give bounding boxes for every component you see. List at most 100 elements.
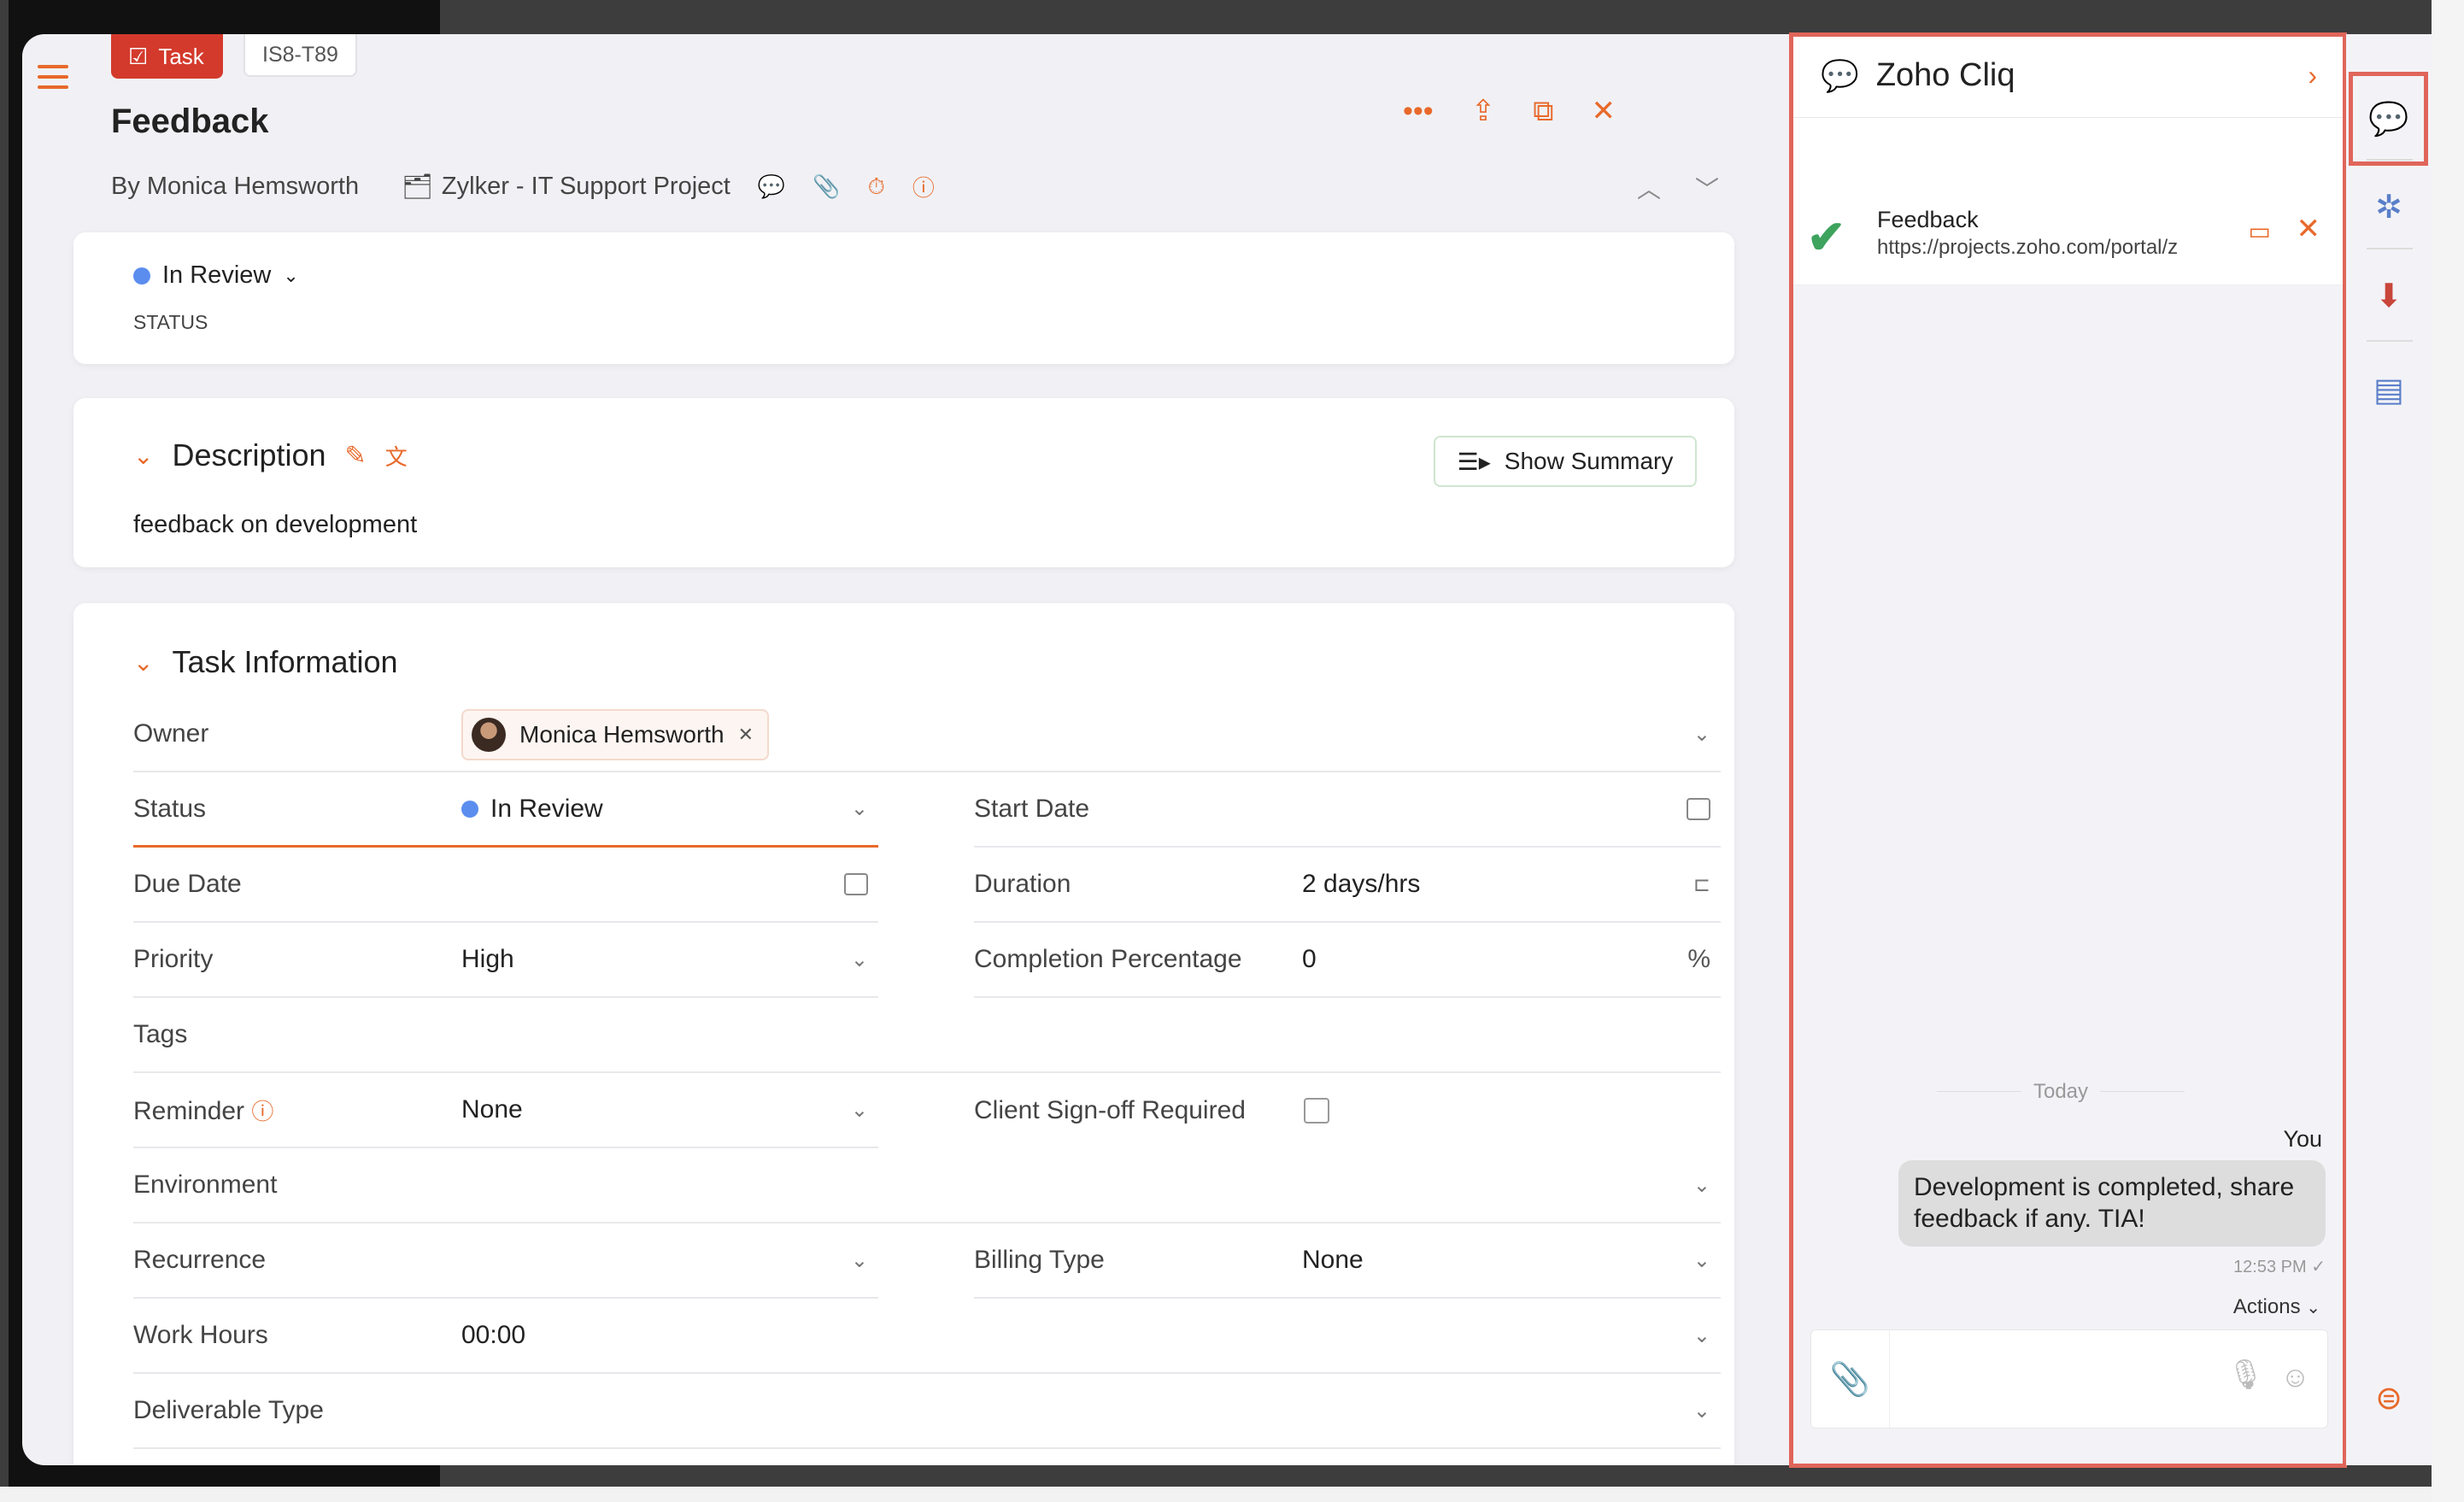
signoff-checkbox[interactable] (1304, 1098, 1329, 1124)
reminder-value: None (461, 1095, 523, 1124)
context-title: Feedback (1877, 207, 1979, 232)
due-date-row[interactable]: Due Date (133, 848, 878, 923)
task-information-card: ⌄ Task Information Owner Monica Hemswort… (73, 603, 1734, 1465)
task-type-tag: ☑ Task (111, 34, 223, 79)
environment-row[interactable]: Environment ⌄ (133, 1148, 1721, 1223)
chat-message[interactable]: Development is completed, share feedback… (1898, 1160, 2326, 1247)
emoji-icon[interactable]: ☺ (2280, 1361, 2310, 1394)
chevron-down-icon[interactable]: ⌄ (133, 648, 153, 677)
chat-context-card[interactable]: ✔ Feedback https://projects.zoho.com/por… (1792, 118, 2346, 285)
message-actions[interactable]: Actions ⌄ (2233, 1295, 2320, 1319)
info-icon[interactable]: ⓘ (251, 1099, 273, 1124)
task-meta: By Monica Hemsworth 🗂 Zylker - IT Suppor… (111, 171, 935, 202)
zoho-projects-logo-icon: ✔ (1807, 212, 1846, 263)
owner-chip[interactable]: Monica Hemsworth ✕ (461, 709, 770, 760)
work-hours-label: Work Hours (133, 1321, 268, 1349)
status-dot (461, 800, 478, 818)
task-title[interactable]: Feedback (111, 103, 269, 141)
duration-input[interactable]: 2 days/hrs (1302, 870, 1420, 899)
message-composer[interactable]: 📎 🎙 ☺ (1810, 1329, 2328, 1429)
rail-collapse-icon[interactable]: ⊜ (2346, 1355, 2432, 1440)
billing-label: Billing Type (974, 1246, 1105, 1274)
deliverable-dropdown-icon[interactable]: ⌄ (1693, 1399, 1710, 1423)
start-date-row[interactable]: Start Date (974, 772, 1721, 848)
message-timestamp: 12:53 PM ✓ (2233, 1258, 2326, 1276)
summary-icon: ☰▸ (1457, 448, 1491, 475)
rail-chat-icon[interactable]: 💬 (2346, 77, 2432, 162)
status-field-value: In Review (461, 795, 603, 824)
completion-row[interactable]: Completion Percentage 0 % (974, 923, 1721, 998)
owner-dropdown-icon[interactable]: ⌄ (1693, 722, 1710, 747)
attach-file-icon[interactable]: 📎 (1811, 1330, 1890, 1429)
calendar-icon[interactable] (1687, 798, 1710, 820)
recurrence-label: Recurrence (133, 1246, 267, 1274)
reminder-dropdown-icon[interactable]: ⌄ (851, 1098, 868, 1123)
status-row[interactable]: Status In Review ⌄ (133, 772, 878, 848)
completion-input[interactable]: 0 (1302, 945, 1317, 974)
comment-icon[interactable]: 💬 (758, 173, 785, 200)
tags-row[interactable]: Tags (133, 998, 1721, 1073)
close-context-icon[interactable]: ✕ (2297, 212, 2321, 246)
status-dropdown-icon[interactable]: ⌄ (851, 796, 868, 821)
signoff-label: Client Sign-off Required (974, 1096, 1246, 1124)
calendar-icon[interactable] (844, 873, 868, 895)
work-hours-dropdown-icon[interactable]: ⌄ (1693, 1323, 1710, 1348)
rail-notes-icon[interactable]: ▤ (2346, 347, 2432, 432)
status-dropdown[interactable]: In Review ⌄ (133, 261, 299, 290)
chevron-down-icon[interactable]: ⌄ (133, 442, 153, 470)
task-information-header[interactable]: ⌄ Task Information (133, 644, 398, 680)
chat-title: Zoho Cliq (1875, 57, 2015, 93)
attachment-icon[interactable]: 📎 (813, 173, 840, 200)
status-dot (133, 267, 150, 285)
chevron-right-icon[interactable]: › (2308, 60, 2317, 91)
billing-row[interactable]: Billing Type None ⌄ (974, 1223, 1721, 1299)
billing-value: None (1302, 1246, 1364, 1274)
description-header[interactable]: ⌄ Description ✎ 文 (133, 437, 408, 473)
edit-pencil-icon[interactable]: ✎ (345, 441, 367, 471)
remove-owner-icon[interactable]: ✕ (738, 724, 754, 746)
message-sender: You (2283, 1126, 2322, 1152)
share-user-icon[interactable]: ⇪ (1471, 94, 1496, 128)
priority-dropdown-icon[interactable]: ⌄ (851, 948, 868, 972)
recurrence-row[interactable]: Recurrence ⌄ (133, 1223, 878, 1299)
task-icon: ☑ (128, 43, 149, 69)
menu-icon[interactable] (38, 65, 68, 89)
billing-dropdown-icon[interactable]: ⌄ (1693, 1248, 1710, 1273)
chevron-down-icon: ⌄ (2306, 1299, 2320, 1317)
start-date-label: Start Date (974, 795, 1090, 823)
work-hours-row[interactable]: Work Hours 00:00 ⌄ (133, 1299, 1721, 1374)
open-new-window-icon[interactable]: ⧉ (1533, 95, 1553, 128)
owner-label: Owner (133, 719, 209, 748)
due-date-label: Due Date (133, 870, 242, 898)
description-card: ⌄ Description ✎ 文 feedback on developmen… (73, 398, 1734, 567)
signoff-row: Client Sign-off Required (974, 1073, 1721, 1148)
context-url[interactable]: https://projects.zoho.com/portal/z (1877, 236, 2178, 260)
translate-icon[interactable]: 文 (385, 440, 408, 472)
duration-unit-icon[interactable]: ⊏ (1693, 872, 1710, 897)
recurrence-dropdown-icon[interactable]: ⌄ (851, 1248, 868, 1273)
briefcase-icon: 🗂 (402, 173, 433, 201)
project-link[interactable]: 🗂 Zylker - IT Support Project (402, 173, 730, 202)
task-navigation: ︿ ﹀ (1637, 171, 1719, 205)
timer-icon[interactable]: ⏱ (868, 173, 885, 201)
duration-row[interactable]: Duration 2 days/hrs ⊏ (974, 848, 1721, 923)
rail-download-icon[interactable]: ⬇ (2346, 253, 2432, 338)
video-call-icon[interactable]: ▭ (2249, 217, 2271, 245)
rail-integrations-icon[interactable]: ✲ (2346, 164, 2432, 249)
priority-row[interactable]: Priority High ⌄ (133, 923, 878, 998)
more-icon[interactable]: ••• (1403, 95, 1434, 128)
info-icon[interactable]: ⓘ (912, 171, 935, 202)
task-id-tag[interactable]: IS8-T89 (243, 34, 357, 77)
deliverable-row[interactable]: Deliverable Type ⌄ (133, 1374, 1721, 1449)
environment-label: Environment (133, 1171, 278, 1199)
show-summary-button[interactable]: ☰▸ Show Summary (1434, 436, 1697, 487)
reminder-row[interactable]: Reminder ⓘ None ⌄ (133, 1073, 878, 1148)
microphone-icon[interactable]: 🎙 (2227, 1358, 2264, 1392)
next-task-icon[interactable]: ﹀ (1695, 171, 1719, 205)
close-icon[interactable]: ✕ (1592, 94, 1616, 128)
status-field-label: Status (133, 794, 207, 823)
deliverable-label: Deliverable Type (133, 1396, 324, 1424)
previous-task-icon[interactable]: ︿ (1637, 171, 1661, 205)
environment-dropdown-icon[interactable]: ⌄ (1693, 1173, 1710, 1198)
description-text[interactable]: feedback on development (133, 511, 417, 539)
